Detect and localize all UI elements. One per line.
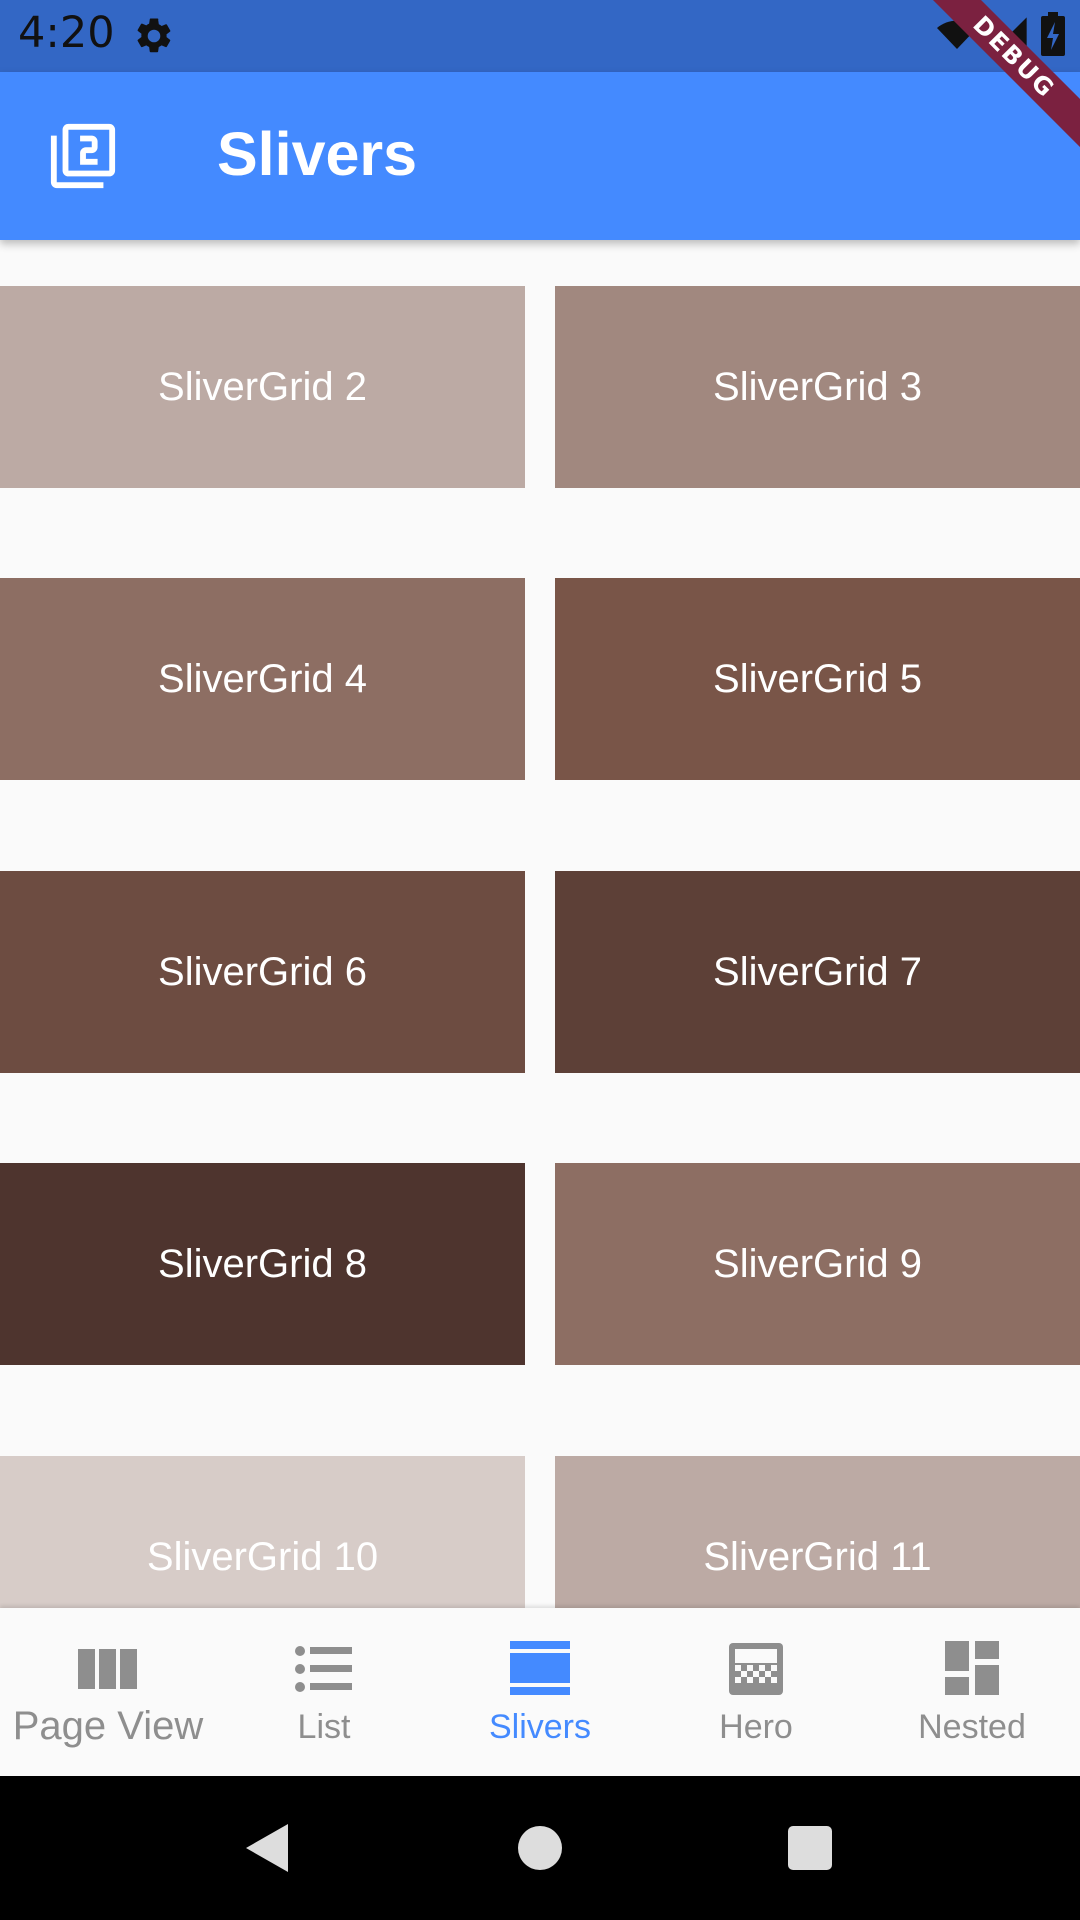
system-nav-bar: [0, 1776, 1080, 1920]
nav-label: Nested: [918, 1708, 1026, 1746]
nav-item-nested[interactable]: Nested: [864, 1608, 1080, 1776]
nav-label: Page View: [12, 1704, 204, 1748]
nav-item-slivers[interactable]: Slivers: [432, 1608, 648, 1776]
nav-item-list[interactable]: List: [216, 1608, 432, 1776]
grid-tile[interactable]: SliverGrid 11: [555, 1456, 1080, 1608]
filter-2-icon[interactable]: [48, 121, 118, 191]
grid-tile[interactable]: SliverGrid 3: [555, 286, 1080, 488]
grid-tile-label: SliverGrid 4: [158, 656, 367, 701]
recents-icon[interactable]: [770, 1808, 850, 1888]
grid-tile-label: SliverGrid 5: [713, 656, 922, 701]
grid-tile-label: SliverGrid 2: [158, 364, 367, 409]
view-column-icon: [78, 1649, 137, 1689]
nav-label: Hero: [719, 1708, 793, 1746]
bottom-nav: Page View List Slivers Hero Nested: [0, 1608, 1080, 1776]
grid-tile-label: SliverGrid 9: [713, 1241, 922, 1286]
grid-tile[interactable]: SliverGrid 9: [555, 1163, 1080, 1365]
grid-tile-label: SliverGrid 6: [158, 949, 367, 994]
grid-tile-label: SliverGrid 7: [713, 949, 922, 994]
back-icon[interactable]: [228, 1808, 308, 1888]
grid-tile[interactable]: SliverGrid 10: [0, 1456, 525, 1608]
sliver-grid[interactable]: SliverGrid 2 SliverGrid 3 SliverGrid 4 S…: [0, 240, 1080, 1608]
home-icon[interactable]: [500, 1808, 580, 1888]
dashboard-icon: [945, 1641, 999, 1695]
gear-icon: [137, 18, 171, 53]
battery-icon: [1041, 12, 1065, 56]
list-icon: [295, 1646, 352, 1692]
hero-image-icon: [729, 1643, 783, 1695]
app-bar: Slivers: [0, 72, 1080, 240]
status-time: 4:20: [18, 8, 115, 58]
nav-item-page-view[interactable]: Page View: [0, 1608, 216, 1776]
grid-tile[interactable]: SliverGrid 6: [0, 871, 525, 1073]
grid-tile-label: SliverGrid 8: [158, 1241, 367, 1286]
grid-tile[interactable]: SliverGrid 4: [0, 578, 525, 780]
grid-tile[interactable]: SliverGrid 7: [555, 871, 1080, 1073]
status-bar: 4:20: [0, 0, 1080, 72]
grid-tile-label: SliverGrid 3: [713, 364, 922, 409]
view-stream-icon: [510, 1641, 570, 1695]
nav-item-hero[interactable]: Hero: [648, 1608, 864, 1776]
grid-tile[interactable]: SliverGrid 8: [0, 1163, 525, 1365]
nav-label: Slivers: [488, 1708, 592, 1746]
nav-label: List: [297, 1708, 351, 1746]
grid-tile[interactable]: SliverGrid 5: [555, 578, 1080, 780]
grid-tile-label: SliverGrid 10: [146, 1534, 379, 1579]
page-title: Slivers: [217, 120, 418, 188]
grid-tile-label: SliverGrid 11: [703, 1534, 932, 1579]
grid-tile[interactable]: SliverGrid 2: [0, 286, 525, 488]
